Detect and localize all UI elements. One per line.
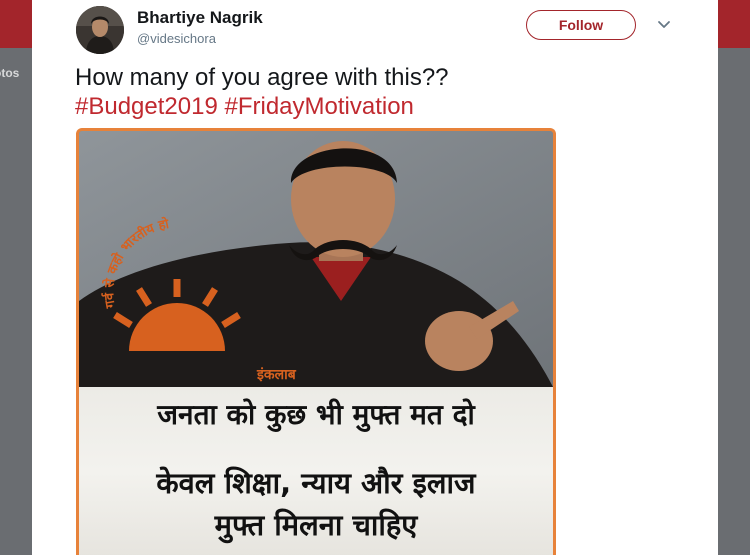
author-handle[interactable]: @videsichora [137,31,216,46]
avatar[interactable] [76,6,124,54]
right-page-strip [718,48,750,555]
hashtag-budget2019[interactable]: #Budget2019 [75,93,218,120]
tweet-text: How many of you agree with this?? [75,64,449,91]
media-caption-line-3: मुफ्त मिलना चाहिए [214,508,418,542]
media-jacket-text: इंकलाब [256,367,297,383]
media-caption-line-1: जनता को कुछ भी मुफ्त मत दो [157,398,475,431]
left-page-strip [0,48,32,555]
tweet-hashtags: #Budget2019 #FridayMotivation [75,92,414,121]
nav-photos-link[interactable]: otos [0,66,19,80]
follow-button[interactable]: Follow [526,10,636,40]
media-caption-line-2: केवल शिक्षा, न्याय और इलाज [156,466,476,500]
author-name[interactable]: Bhartiye Nagrik [137,8,263,28]
media-photo: गर्व से कहो भारतीय हो इंकलाब [79,131,553,387]
tweet-media-image[interactable]: गर्व से कहो भारतीय हो इंकलाब जनता को कुछ… [76,128,556,555]
hashtag-fridaymotivation[interactable]: #FridayMotivation [224,93,413,120]
avatar-photo [76,6,124,54]
tweet-card: Bhartiye Nagrik @videsichora Follow How … [32,0,718,555]
chevron-down-icon[interactable] [656,17,672,33]
media-caption-panel: जनता को कुछ भी मुफ्त मत दो केवल शिक्षा, … [79,387,553,555]
